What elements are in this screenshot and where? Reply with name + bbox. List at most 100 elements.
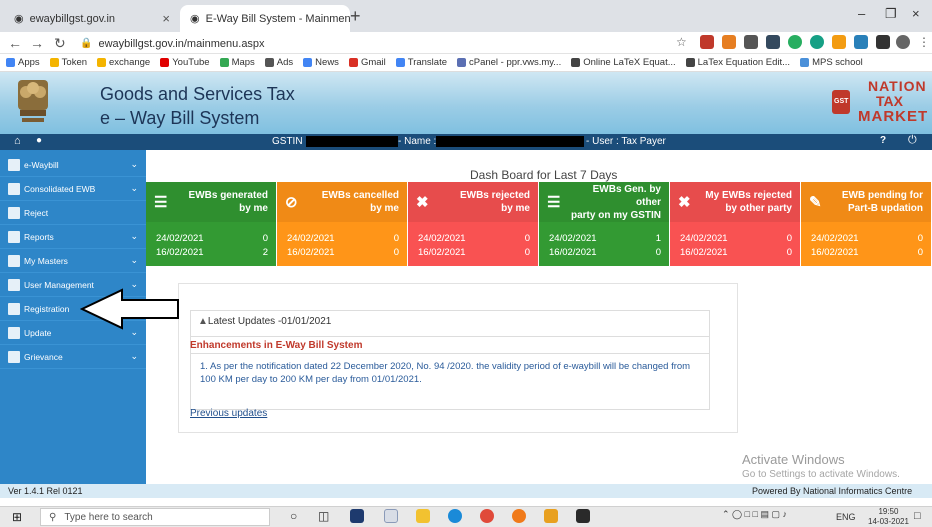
extension-icon[interactable] (832, 35, 846, 49)
logout-icon[interactable]: ⏻ (908, 134, 917, 147)
bookmark-item[interactable]: exchange (97, 57, 150, 68)
close-icon[interactable]: × (162, 11, 170, 26)
card-count-value[interactable]: 0 (918, 232, 923, 246)
extension-icon[interactable] (722, 35, 736, 49)
card-title-line1: EWBs Gen. by other (592, 183, 661, 208)
bookmark-item[interactable]: cPanel - ppr.vws.my... (457, 57, 561, 68)
previous-updates-link[interactable]: Previous updates (190, 408, 267, 419)
minimize-icon[interactable]: – (858, 6, 865, 21)
back-icon[interactable]: ← (8, 35, 22, 51)
dashboard-card[interactable]: ✖ My EWBs rejected by other party (670, 182, 800, 222)
windows-start-icon[interactable]: ⊞ (12, 510, 22, 524)
home-icon[interactable]: ⌂ (14, 135, 21, 147)
sidebar-item-grievance[interactable]: Grievance ⌄ (0, 345, 146, 369)
file-explorer-icon[interactable] (416, 509, 430, 523)
dashboard-card[interactable]: ✖ EWBs rejected by me (408, 182, 538, 222)
dashboard-card-counts[interactable]: 24/02/2021 0 16/02/2021 0 (277, 222, 407, 266)
card-count-date: 24/02/2021 (287, 233, 335, 244)
card-count-date: 16/02/2021 (549, 247, 597, 258)
bookmark-item[interactable]: News (303, 57, 339, 68)
taskbar-app-icon[interactable] (576, 509, 590, 523)
tray-icons[interactable]: ⌃ ◯ □ □ ▤ ▢ ♪ (722, 509, 787, 520)
bookmark-item[interactable]: Ads (264, 57, 293, 68)
dashboard-card[interactable]: ⊘ EWBs cancelled by me (277, 182, 407, 222)
card-count-value[interactable]: 0 (263, 232, 268, 246)
window-close-icon[interactable]: × (912, 6, 920, 21)
menu-icon (8, 206, 20, 219)
logo-line2: TAX (876, 93, 903, 109)
bookmark-item[interactable]: Online LaTeX Equat... (571, 57, 676, 68)
dashboard-card-counts[interactable]: 24/02/2021 0 16/02/2021 0 (670, 222, 800, 266)
bookmark-item[interactable]: Gmail (348, 57, 386, 68)
dashboard-card-counts[interactable]: 24/02/2021 0 16/02/2021 0 (408, 222, 538, 266)
card-count-value[interactable]: 1 (656, 232, 661, 246)
browser-tab-2[interactable]: ◉ E-Way Bill System - Mainmenu × (180, 5, 350, 32)
puzzle-icon[interactable] (876, 35, 890, 49)
edge-icon[interactable] (448, 509, 462, 523)
dashboard-card[interactable]: ✎ EWB pending for Part-B updation (801, 182, 931, 222)
bookmark-item[interactable]: Apps (6, 57, 40, 68)
card-count-value[interactable]: 2 (263, 246, 268, 260)
card-count-value[interactable]: 0 (525, 232, 530, 246)
taskbar-app-icon[interactable] (544, 509, 558, 523)
card-count-value[interactable]: 0 (394, 246, 399, 260)
extension-icon[interactable] (744, 35, 758, 49)
bookmark-item[interactable]: YouTube (160, 57, 210, 68)
bookmark-item[interactable]: Maps (219, 57, 255, 68)
new-tab-icon[interactable]: + (350, 6, 361, 27)
sidebar-item-consolidated-ewb[interactable]: Consolidated EWB ⌄ (0, 177, 146, 201)
sidebar-item-reject[interactable]: Reject (0, 201, 146, 225)
extension-icon[interactable] (700, 35, 714, 49)
star-icon[interactable]: ☆ (676, 35, 687, 49)
chevron-down-icon: ⌄ (130, 183, 138, 193)
card-count-value[interactable]: 0 (787, 232, 792, 246)
card-count-value[interactable]: 0 (394, 232, 399, 246)
sidebar-item-reports[interactable]: Reports ⌄ (0, 225, 146, 249)
sidebar-item-e-waybill[interactable]: e-Waybill ⌄ (0, 153, 146, 177)
help-icon[interactable]: ? (880, 135, 886, 146)
bookmark-item[interactable]: LaTex Equation Edit... (685, 57, 790, 68)
dashboard-card-counts[interactable]: 24/02/2021 0 16/02/2021 2 (146, 222, 276, 266)
dashboard-card[interactable]: ☰ EWBs Gen. by other party on my GSTIN (539, 182, 669, 222)
card-count-value[interactable]: 0 (525, 246, 530, 260)
bookmark-label: Online LaTeX Equat... (583, 57, 676, 68)
extension-icon[interactable] (788, 35, 802, 49)
taskbar-app-icon[interactable] (512, 509, 526, 523)
cortana-icon[interactable]: ○ (290, 509, 297, 523)
taskbar-app-icon[interactable] (384, 509, 398, 523)
more-icon[interactable]: ⋮ (918, 35, 930, 49)
profile-icon[interactable] (896, 35, 910, 49)
clock[interactable]: 19:50 14-03-2021 (868, 507, 909, 527)
notification-icon[interactable]: □ (914, 510, 921, 522)
card-count-value[interactable]: 0 (918, 246, 923, 260)
dashboard-card[interactable]: ☰ EWBs generated by me (146, 182, 276, 222)
card-title-line2: by other party (725, 203, 792, 214)
enhancements-heading: Enhancements in E-Way Bill System (190, 336, 710, 354)
bookmark-item[interactable]: Translate (395, 57, 447, 68)
taskbar-search[interactable]: ⚲ Type here to search (40, 508, 270, 526)
forward-icon[interactable]: → (30, 35, 44, 51)
sidebar-item-my-masters[interactable]: My Masters ⌄ (0, 249, 146, 273)
extension-icon[interactable] (766, 35, 780, 49)
card-count-date: 24/02/2021 (418, 233, 466, 244)
browser-tab-1[interactable]: ◉ ewaybillgst.gov.in × (4, 5, 180, 32)
task-view-icon[interactable]: ◫ (318, 509, 329, 523)
card-title: My EWBs rejected by other party (700, 189, 792, 215)
extension-icon[interactable] (854, 35, 868, 49)
url-text: ewaybillgst.gov.in/mainmenu.aspx (98, 37, 265, 50)
dashboard-card-counts[interactable]: 24/02/2021 0 16/02/2021 0 (801, 222, 931, 266)
dashboard-card-counts[interactable]: 24/02/2021 1 16/02/2021 0 (539, 222, 669, 266)
reload-icon[interactable]: ↻ (54, 35, 66, 52)
user-icon[interactable]: ● (36, 135, 42, 146)
language-indicator[interactable]: ENG (836, 512, 856, 522)
extension-icon[interactable] (810, 35, 824, 49)
card-count-value[interactable]: 0 (656, 246, 661, 260)
url-field[interactable]: 🔒 ewaybillgst.gov.in/mainmenu.aspx (80, 35, 700, 52)
bookmark-label: Token (61, 57, 88, 68)
card-count-value[interactable]: 0 (787, 246, 792, 260)
chrome-icon[interactable] (480, 509, 494, 523)
taskbar-app-icon[interactable] (350, 509, 364, 523)
bookmark-item[interactable]: MPS school (800, 57, 863, 68)
restore-icon[interactable]: ❐ (885, 6, 897, 22)
bookmark-item[interactable]: Token (49, 57, 88, 68)
